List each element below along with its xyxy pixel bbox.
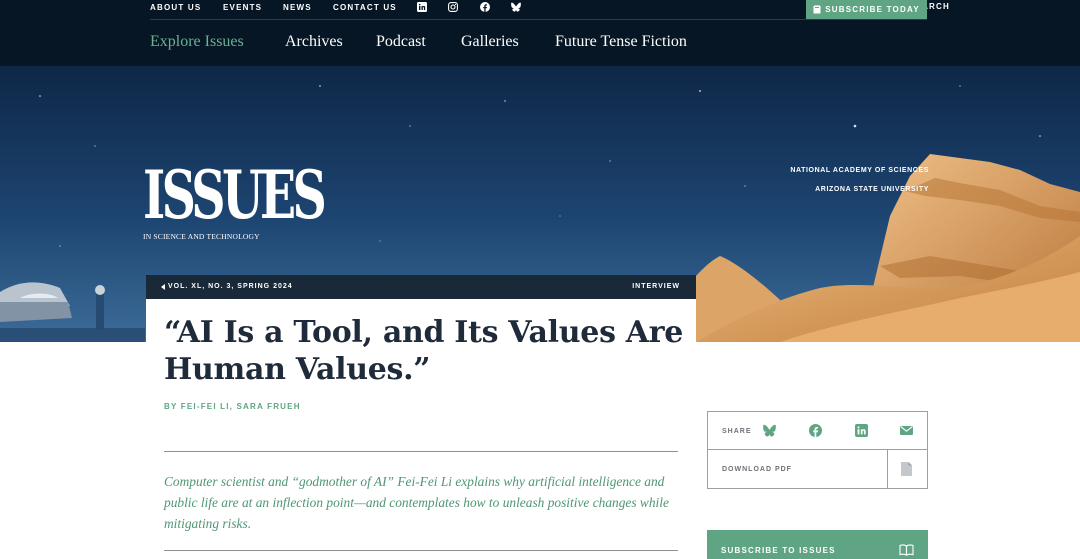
nav-explore-issues[interactable]: Explore Issues [150,33,244,51]
linkedin-icon[interactable] [417,2,429,14]
partner-arizona-state[interactable]: ARIZONA STATE UNIVERSITY [790,180,929,199]
subscribe-today-label: SUBSCRIBE TODAY [825,5,920,14]
bluesky-icon[interactable] [763,424,777,438]
divider [164,451,678,452]
document-icon[interactable] [901,462,913,477]
subscribe-today-button[interactable]: SUBSCRIBE TODAY [806,0,927,19]
divider [164,550,678,551]
nav-contact-us[interactable]: CONTACT US [333,3,397,12]
book-icon [813,5,821,14]
site-header: ABOUT US EVENTS NEWS CONTACT US SEARCH S… [0,0,1080,66]
nav-about-us[interactable]: ABOUT US [150,3,201,12]
share-row: SHARE [708,412,927,450]
email-icon[interactable] [900,424,914,438]
linkedin-icon[interactable] [855,424,869,438]
issue-bar: VOL. XL, NO. 3, SPRING 2024 INTERVIEW [146,275,696,299]
partner-national-academy[interactable]: NATIONAL ACADEMY OF SCIENCES [790,161,929,180]
article-type: INTERVIEW [632,283,680,290]
nav-galleries[interactable]: Galleries [461,33,519,51]
issue-link[interactable]: VOL. XL, NO. 3, SPRING 2024 [161,283,293,290]
bluesky-icon[interactable] [511,2,523,14]
facebook-icon[interactable] [809,424,823,438]
share-panel: SHARE DOWNLOAD PDF [707,411,928,489]
caret-left-icon [161,283,165,290]
download-pdf-link[interactable]: DOWNLOAD PDF [722,466,792,473]
article-title: “AI Is a Tool, and Its Values Are Human … [164,315,684,387]
subscribe-to-issues-button[interactable]: SUBSCRIBE TO ISSUES [707,530,928,559]
nav-archives[interactable]: Archives [285,33,343,51]
issue-label: VOL. XL, NO. 3, SPRING 2024 [168,283,293,290]
article-byline[interactable]: BY FEI-FEI LI, SARA FRUEH [164,402,301,411]
issues-logo[interactable]: ISSUES IN SCIENCE AND TECHNOLOGY [143,156,327,241]
nav-news[interactable]: NEWS [283,3,312,12]
divider [887,450,888,488]
instagram-icon[interactable] [448,2,460,14]
open-book-icon [899,544,915,556]
nav-events[interactable]: EVENTS [223,3,262,12]
logo-wordmark: ISSUES [143,156,327,234]
facebook-icon[interactable] [480,2,492,14]
article-dek: Computer scientist and “godmother of AI”… [164,474,669,531]
nav-podcast[interactable]: Podcast [376,33,426,51]
subscribe-to-issues-label: SUBSCRIBE TO ISSUES [721,546,836,555]
share-label: SHARE [722,428,752,435]
nav-future-tense-fiction[interactable]: Future Tense Fiction [555,33,687,51]
partner-list: NATIONAL ACADEMY OF SCIENCES ARIZONA STA… [790,161,929,199]
